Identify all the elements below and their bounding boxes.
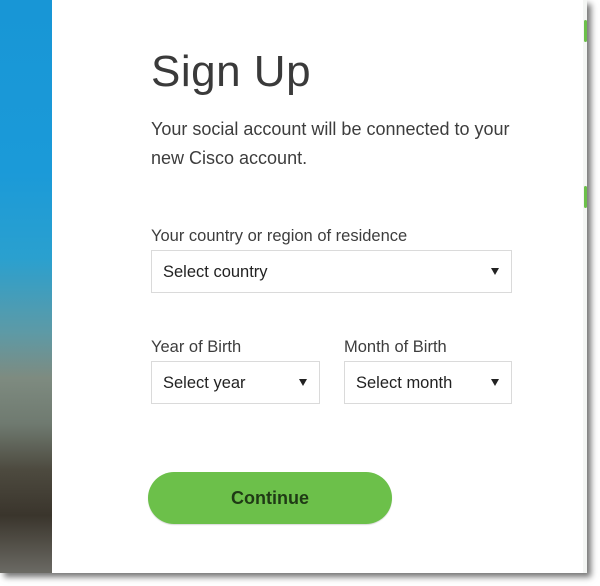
country-label: Your country or region of residence [151, 227, 408, 245]
year-select[interactable]: Select year [151, 361, 320, 404]
chevron-down-icon [299, 379, 307, 386]
background-image [0, 0, 52, 573]
month-select[interactable]: Select month [344, 361, 512, 404]
month-label: Month of Birth [344, 338, 447, 356]
month-select-value: Select month [356, 374, 453, 392]
page-title: Sign Up [151, 47, 312, 96]
year-label: Year of Birth [151, 338, 242, 356]
edge-accent-top [584, 20, 587, 42]
country-select[interactable]: Select country [151, 250, 512, 293]
signup-card: Sign Up Your social account will be conn… [52, 0, 583, 573]
background-edge [583, 0, 587, 573]
continue-button[interactable]: Continue [148, 472, 392, 524]
chevron-down-icon [491, 379, 499, 386]
year-select-value: Select year [163, 374, 246, 392]
window-frame: Sign Up Your social account will be conn… [0, 0, 587, 573]
chevron-down-icon [491, 268, 499, 275]
edge-accent-middle [584, 186, 587, 208]
intro-text: Your social account will be connected to… [151, 119, 510, 168]
country-select-value: Select country [163, 263, 268, 281]
